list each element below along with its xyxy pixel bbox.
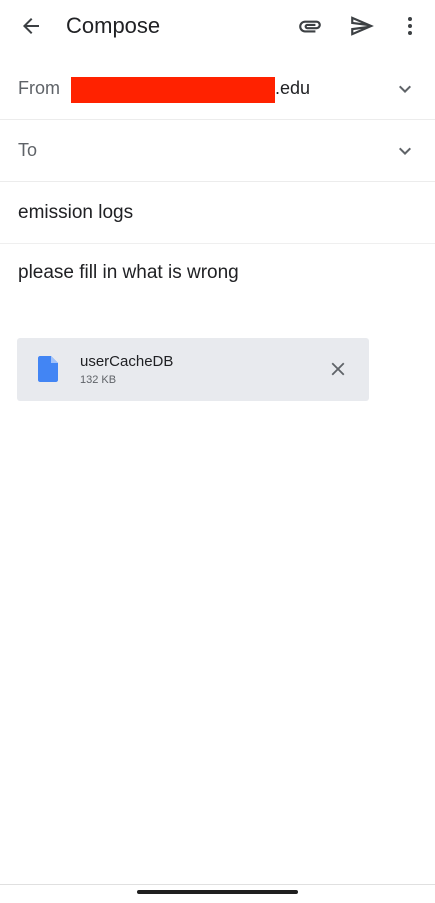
to-expand-button[interactable]: [393, 139, 417, 163]
from-row[interactable]: From .edu: [0, 58, 435, 120]
more-vert-icon: [408, 17, 412, 35]
gesture-navigation-bar[interactable]: [137, 890, 298, 894]
attachment-size: 132 KB: [80, 374, 117, 386]
chevron-down-icon: [399, 147, 411, 155]
remove-attachment-button[interactable]: [323, 354, 353, 384]
bottom-divider: [0, 884, 435, 885]
to-row[interactable]: To: [0, 120, 435, 182]
to-label: To: [18, 140, 38, 160]
close-icon: [331, 362, 345, 376]
from-label: From: [18, 78, 60, 98]
send-button[interactable]: [342, 6, 382, 46]
file-icon: [38, 356, 58, 382]
attachment-chip[interactable]: userCacheDB 132 KB: [17, 338, 369, 401]
subject-row[interactable]: emission logs: [0, 182, 435, 244]
attach-button[interactable]: [290, 6, 330, 46]
attachment-name: userCacheDB: [80, 353, 174, 370]
send-icon: [351, 16, 374, 36]
paperclip-icon: [299, 20, 321, 33]
chevron-down-icon: [399, 85, 411, 93]
compose-body-field[interactable]: please fill in what is wrong: [18, 262, 239, 284]
compose-screen: Compose From .edu To emission logs pleas…: [0, 0, 435, 903]
from-address-suffix: .edu: [275, 78, 311, 98]
top-app-bar: Compose: [0, 0, 435, 52]
page-title: Compose: [66, 13, 161, 38]
more-options-button[interactable]: [390, 6, 430, 46]
redacted-sender-address: [71, 77, 275, 103]
subject-field[interactable]: emission logs: [18, 202, 133, 224]
from-expand-button[interactable]: [393, 77, 417, 101]
arrow-back-icon: [23, 18, 39, 34]
back-button[interactable]: [11, 6, 51, 46]
